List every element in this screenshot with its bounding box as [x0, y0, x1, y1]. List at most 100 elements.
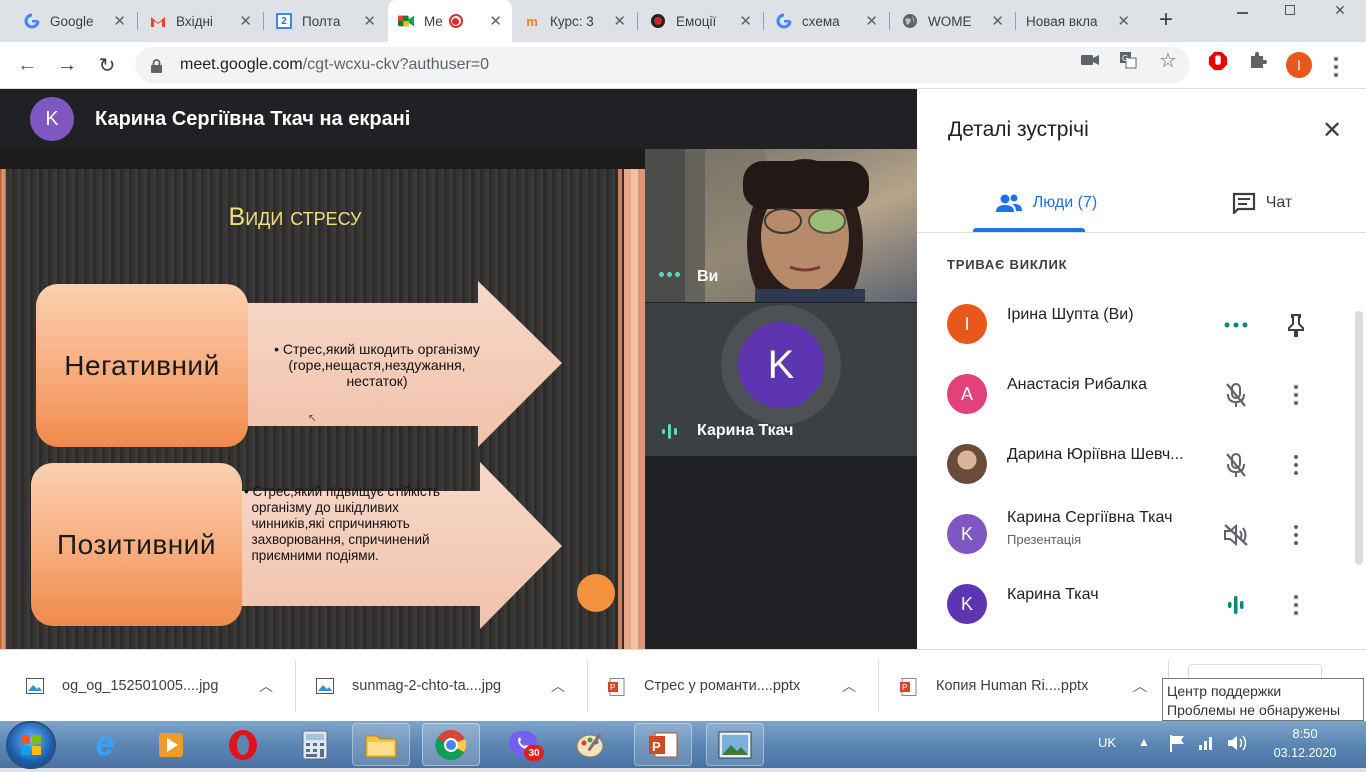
- more-options-icon[interactable]: [1282, 521, 1310, 549]
- tab-course[interactable]: m Курс: 3 ✕: [514, 0, 636, 42]
- avatar: K: [947, 584, 987, 624]
- chevron-up-icon[interactable]: ︿: [1133, 676, 1147, 696]
- tab-google[interactable]: Google ✕: [14, 0, 136, 42]
- forward-icon[interactable]: →: [55, 53, 79, 77]
- language-indicator[interactable]: UK: [1098, 735, 1116, 750]
- tab-new[interactable]: Новая вкла ✕: [1018, 0, 1140, 42]
- taskbar-opera[interactable]: [214, 723, 272, 766]
- google-icon: [24, 13, 40, 29]
- ie-icon: e: [95, 725, 115, 763]
- tab-calendar[interactable]: 2 Полта ✕: [266, 0, 386, 42]
- download-name: og_og_152501005....jpg: [62, 678, 219, 694]
- address-bar[interactable]: meet.google.com/cgt-wcxu-ckv?authuser=0: [135, 47, 1190, 83]
- chat-icon: [1232, 192, 1255, 214]
- taskbar-paint[interactable]: [562, 723, 620, 766]
- participant-row[interactable]: A Анастасія Рибалка: [947, 364, 1357, 424]
- participant-row[interactable]: K Карина Сергіївна Ткач Презентація: [947, 504, 1357, 564]
- close-icon[interactable]: ✕: [1117, 12, 1130, 30]
- taskbar-powerpoint[interactable]: P: [634, 723, 692, 766]
- extensions-icon[interactable]: [1248, 51, 1268, 69]
- taskbar-chrome[interactable]: [422, 723, 480, 766]
- tab-emotions[interactable]: Емоції ✕: [640, 0, 762, 42]
- tab-people-label: Люди (7): [1032, 194, 1098, 211]
- tooltip-line-2: Проблемы не обнаружены: [1167, 702, 1341, 718]
- restore-icon[interactable]: [1266, 0, 1314, 20]
- browser-menu-icon[interactable]: [1334, 57, 1338, 77]
- back-icon[interactable]: ←: [15, 53, 39, 77]
- audio-level-icon: [661, 422, 679, 440]
- viber-badge: 30: [524, 745, 544, 761]
- taskbar-ie[interactable]: e: [76, 723, 134, 766]
- more-options-icon[interactable]: [1282, 591, 1310, 619]
- close-icon[interactable]: ✕: [865, 12, 878, 30]
- chevron-up-icon[interactable]: ︿: [551, 676, 565, 696]
- self-video-tile[interactable]: Ви: [645, 149, 917, 302]
- download-item[interactable]: P Копия Human Ri....pptx: [900, 650, 1088, 722]
- close-window-icon[interactable]: ✕: [1314, 0, 1366, 20]
- action-center-flag-icon[interactable]: [1168, 733, 1186, 758]
- chevron-up-icon[interactable]: ︿: [259, 676, 273, 696]
- taskbar-media-player[interactable]: [142, 723, 200, 766]
- pin-icon[interactable]: [1282, 311, 1310, 339]
- mic-off-icon[interactable]: [1222, 451, 1250, 479]
- close-icon[interactable]: ✕: [739, 12, 752, 30]
- participant-tile[interactable]: K Карина Ткач: [645, 303, 917, 456]
- more-options-icon[interactable]: [1282, 451, 1310, 479]
- participant-row[interactable]: I Ірина Шупта (Ви): [947, 294, 1357, 354]
- translate-icon[interactable]: G: [1118, 51, 1138, 69]
- taskbar-photo-viewer[interactable]: [706, 723, 764, 766]
- recording-icon: [448, 14, 463, 28]
- tab-scheme[interactable]: схема ✕: [766, 0, 888, 42]
- taskbar-viber[interactable]: 30: [494, 723, 552, 766]
- opera-icon: [229, 729, 257, 760]
- star-icon[interactable]: ☆: [1158, 50, 1178, 72]
- calculator-icon: [302, 730, 328, 759]
- download-item[interactable]: og_og_152501005....jpg: [26, 650, 218, 722]
- panel-scrollbar[interactable]: [1355, 311, 1363, 565]
- new-tab-button[interactable]: +: [1152, 6, 1180, 34]
- download-item[interactable]: P Стрес у романти....pptx: [608, 650, 800, 722]
- network-icon[interactable]: [1198, 733, 1216, 756]
- presenter-bar: K Карина Сергіївна Ткач на екрані: [0, 89, 917, 149]
- start-button[interactable]: [8, 723, 54, 767]
- volume-off-icon[interactable]: [1222, 521, 1250, 549]
- google-icon: [776, 13, 792, 29]
- download-item[interactable]: sunmag-2-chto-ta....jpg: [316, 650, 501, 722]
- close-icon[interactable]: ✕: [991, 12, 1004, 30]
- clock-date[interactable]: 03.12.2020: [1262, 746, 1348, 760]
- taskbar-explorer[interactable]: [352, 723, 410, 766]
- mic-off-icon[interactable]: [1222, 381, 1250, 409]
- participant-row[interactable]: Дарина Юріївна Шевч...: [947, 434, 1357, 494]
- clock-time[interactable]: 8:50: [1270, 726, 1340, 741]
- slide-box-negative: Негативний: [36, 284, 248, 447]
- close-icon[interactable]: ✕: [363, 12, 376, 30]
- slide-box-positive: Позитивний: [31, 463, 242, 626]
- tab-gmail[interactable]: Вхідні ✕: [140, 0, 262, 42]
- participant-row[interactable]: K Карина Ткач: [947, 574, 1357, 634]
- reload-icon[interactable]: ↻: [95, 53, 119, 77]
- svg-text:P: P: [610, 683, 615, 692]
- browser-toolbar: ← → ↻ meet.google.com/cgt-wcxu-ckv?authu…: [0, 42, 1366, 89]
- camera-icon[interactable]: [1080, 51, 1100, 69]
- close-panel-button[interactable]: ✕: [1319, 117, 1345, 144]
- participant-name: Карина Ткач: [1007, 586, 1099, 603]
- close-icon[interactable]: ✕: [113, 12, 126, 30]
- minimize-icon[interactable]: [1218, 0, 1266, 20]
- close-icon[interactable]: ✕: [239, 12, 252, 30]
- url-path: /cgt-wcxu-ckv?authuser=0: [302, 56, 490, 73]
- volume-icon[interactable]: [1226, 733, 1248, 758]
- tab-meet[interactable]: Me ✕: [388, 0, 512, 42]
- close-icon[interactable]: ✕: [613, 12, 626, 30]
- taskbar-calculator[interactable]: [286, 723, 344, 766]
- more-options-icon[interactable]: [1282, 381, 1310, 409]
- adblock-icon[interactable]: [1208, 51, 1228, 71]
- avatar: K: [947, 514, 987, 554]
- tab-chat[interactable]: Чат: [1187, 174, 1337, 232]
- close-icon[interactable]: ✕: [489, 12, 502, 30]
- tab-people[interactable]: Люди (7): [947, 174, 1145, 232]
- image-file-icon: [316, 678, 334, 694]
- tab-women[interactable]: WOME ✕: [892, 0, 1014, 42]
- chevron-up-icon[interactable]: ︿: [842, 676, 856, 696]
- profile-avatar[interactable]: I: [1286, 52, 1312, 78]
- tray-expand-icon[interactable]: ▲: [1138, 735, 1150, 749]
